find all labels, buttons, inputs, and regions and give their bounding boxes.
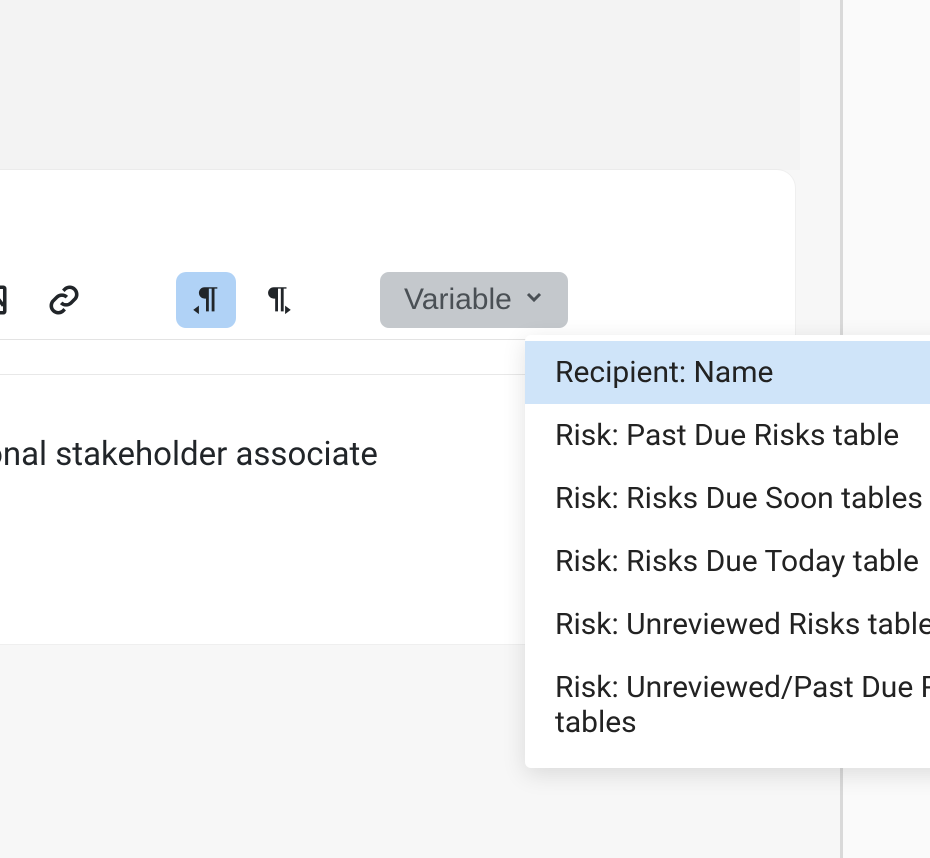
insert-image-button[interactable] — [0, 272, 22, 328]
chevron-down-icon — [522, 283, 546, 317]
dropdown-item-unreviewed-past-due[interactable]: Risk: Unreviewed/Past Due Risks tables — [525, 656, 930, 754]
rtl-paragraph-button[interactable] — [176, 272, 236, 328]
dropdown-item-recipient-name[interactable]: Recipient: Name — [525, 341, 930, 404]
variable-dropdown-menu: Recipient: Name Risk: Past Due Risks tab… — [525, 335, 930, 768]
dropdown-item-unreviewed[interactable]: Risk: Unreviewed Risks table — [525, 593, 930, 656]
variable-dropdown-button[interactable]: Variable — [380, 272, 568, 328]
dropdown-item-due-soon[interactable]: Risk: Risks Due Soon tables — [525, 467, 930, 530]
editor-toolbar: Ω Variable — [0, 260, 795, 340]
variable-dropdown-label: Variable — [404, 283, 512, 317]
ltr-paragraph-button[interactable] — [248, 272, 308, 328]
insert-link-button[interactable] — [34, 272, 94, 328]
top-background — [0, 0, 800, 170]
dropdown-item-past-due[interactable]: Risk: Past Due Risks table — [525, 404, 930, 467]
dropdown-item-due-today[interactable]: Risk: Risks Due Today table — [525, 530, 930, 593]
